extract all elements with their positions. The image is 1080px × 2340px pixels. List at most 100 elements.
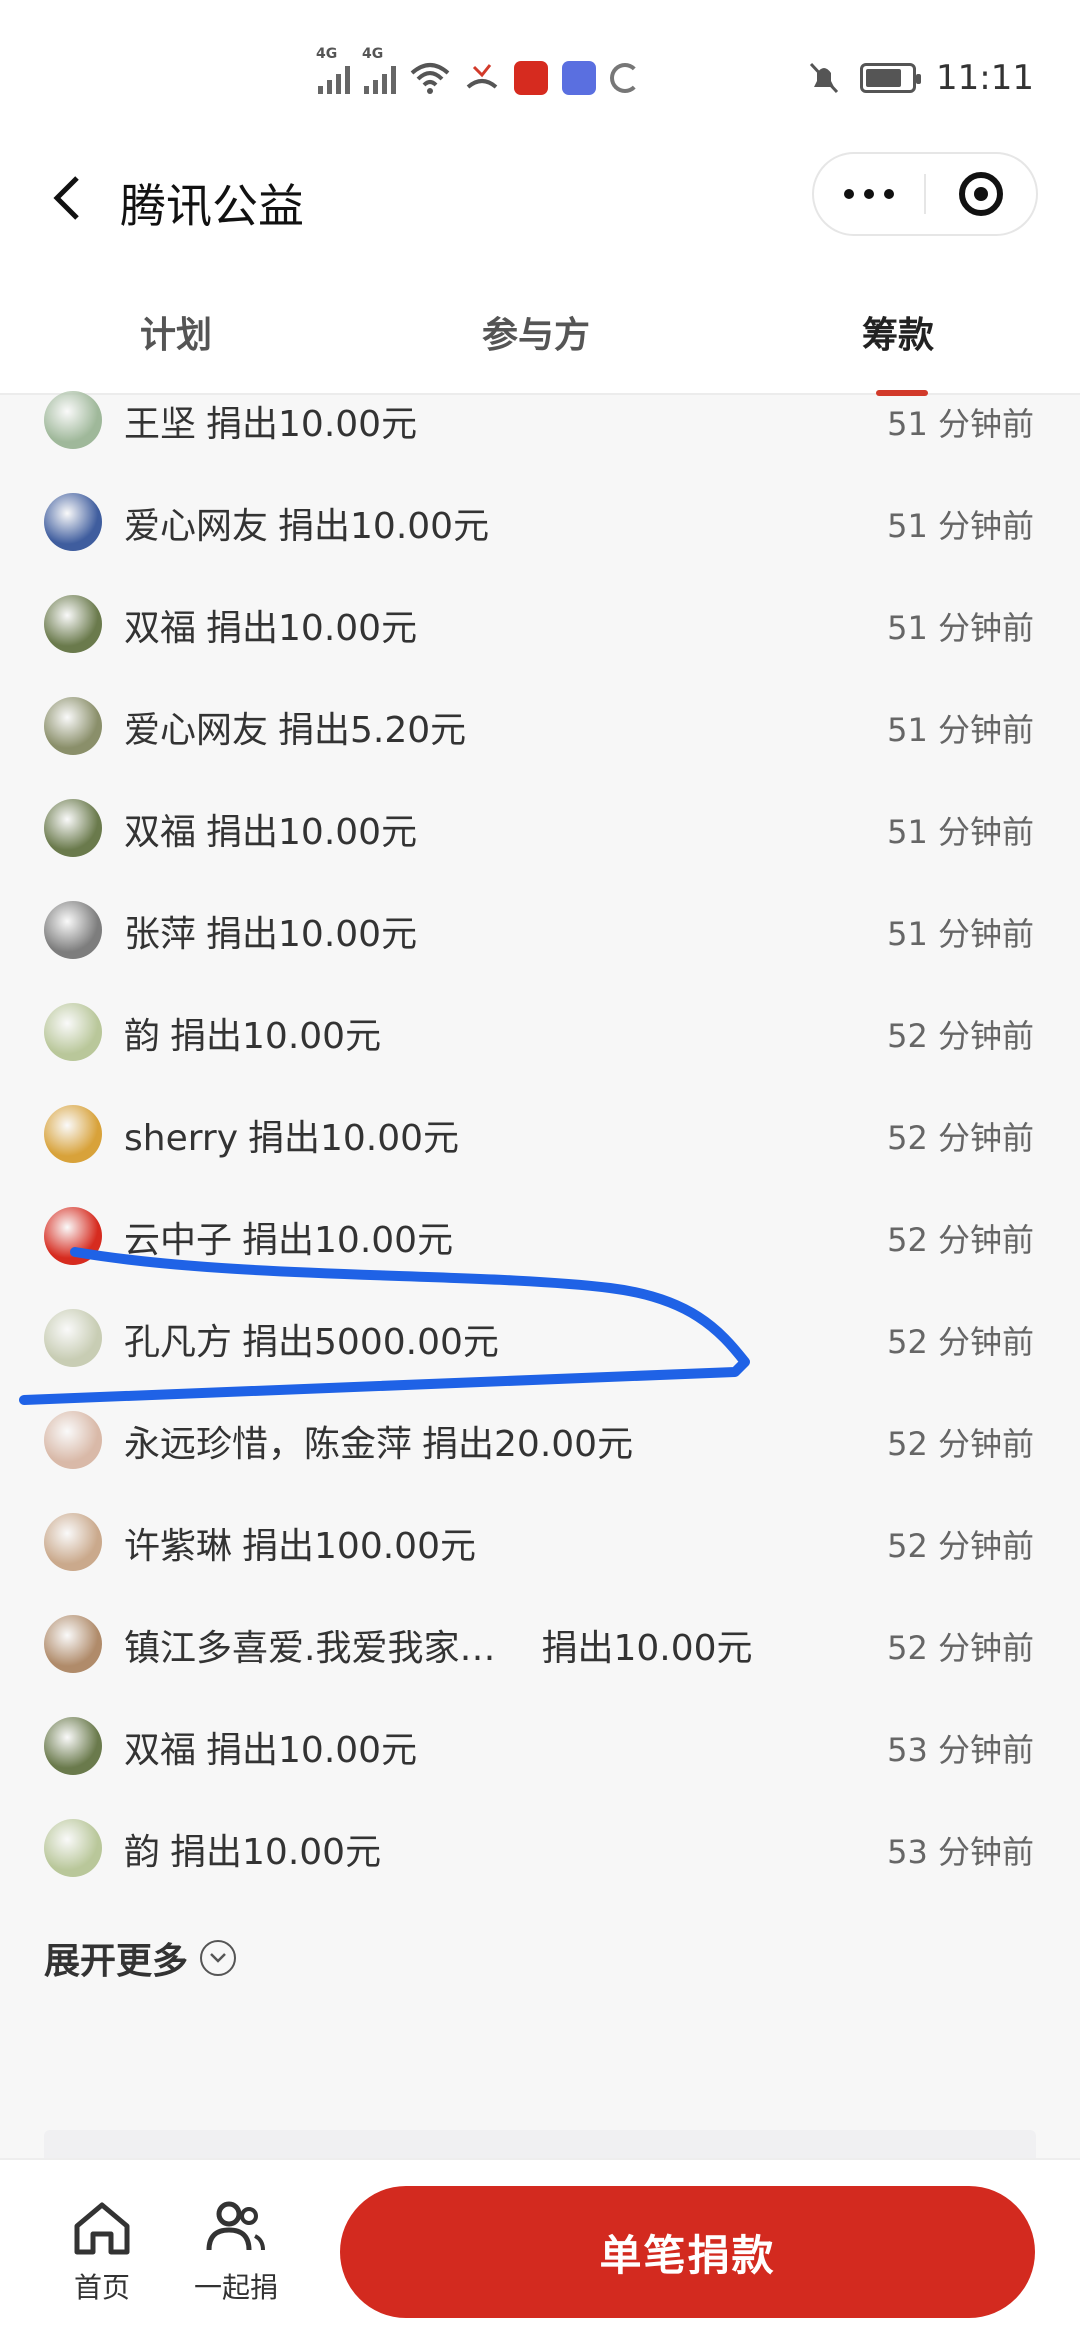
list-item: 韵捐出10.00元 52 分钟前 [0,981,1080,1083]
donation-time: 52 分钟前 [887,1017,1034,1055]
donor-name: 王坚 [124,404,197,445]
avatar [44,901,102,959]
page-title: 腾讯公益 [120,179,304,233]
avatar [44,1615,102,1673]
donation-amount: 捐出10.00元 [206,812,418,853]
list-item: 镇江多喜爱.我爱我家… 捐出10.00元 52 分钟前 [0,1593,1080,1695]
cell-signal-icon: 4G [362,46,396,94]
donation-time: 52 分钟前 [887,1323,1034,1361]
list-item: 韵捐出10.00元 53 分钟前 [0,1797,1080,1899]
donation-amount: 捐出10.00元 [248,1118,460,1159]
donation-amount: 捐出100.00元 [242,1526,476,1567]
app-icon-red [514,61,548,95]
close-button[interactable] [926,154,1036,234]
chevron-down-icon [200,1940,237,1976]
donor-name: 双福 [124,812,197,853]
wifi-icon [410,63,450,94]
list-item: 双福 捐出10.00元 51 分钟前 [0,573,1080,675]
donation-amount: 捐出10.00元 [278,506,490,547]
donation-amount: 捐出20.00元 [422,1424,634,1465]
donation-amount: 捐出10.00元 [170,1016,382,1057]
missed-call-icon [466,64,498,89]
avatar [44,1513,102,1571]
avatar [44,493,102,551]
avatar [44,1717,102,1775]
donation-time: 51 分钟前 [887,405,1034,443]
donation-time: 52 分钟前 [887,1119,1034,1157]
avatar [44,799,102,857]
mini-program-capsule [812,152,1038,236]
chevron-left-icon [53,176,79,220]
donor-name: 爱心网友 [124,506,269,547]
donor-name: 许紫琳 [124,1526,233,1567]
status-icons: 4G 4G [316,46,640,104]
donation-amount: 捐出10.00元 [242,1220,454,1261]
status-right: 11:11 [808,52,1034,104]
donation-amount: 捐出10.00元 [206,914,418,955]
avatar [44,1411,102,1469]
list-item: 爱心网友 捐出10.00元 51 分钟前 [0,471,1080,573]
back-button[interactable] [36,168,96,228]
avatar [44,1207,102,1265]
clock: 11:11 [936,58,1034,98]
tab-plan[interactable]: 计划 [140,306,212,358]
nav-home-label: 首页 [73,2271,130,2304]
cell-signal-icon: 4G [316,46,350,94]
donation-time: 52 分钟前 [887,1629,1034,1667]
donation-time: 51 分钟前 [887,711,1034,749]
donation-time: 52 分钟前 [887,1221,1034,1259]
target-icon [958,172,1003,216]
mute-bell-icon [809,62,839,94]
list-item: 双福 捐出10.00元 53 分钟前 [0,1695,1080,1797]
tab-participants[interactable]: 参与方 [482,306,590,358]
tab-fundraising[interactable]: 筹款 [862,306,934,358]
list-item: 永远珍惜，陈金萍 捐出20.00元 52 分钟前 [0,1389,1080,1491]
bottom-bar: 首页 一起捐 单笔捐款 [0,2158,1080,2340]
donation-time: 51 分钟前 [887,813,1034,851]
donor-name: 韵 [124,1832,161,1873]
donation-time: 53 分钟前 [887,1731,1034,1769]
expand-more-button[interactable]: 展开更多 [44,1932,237,1984]
avatar [44,391,102,449]
network-type-label: 4G [316,46,338,62]
donation-amount: 捐出10.00元 [541,1628,753,1669]
donor-name: 爱心网友 [124,710,269,751]
list-item: 双福 捐出10.00元 51 分钟前 [0,777,1080,879]
avatar [44,1309,102,1367]
donation-amount: 捐出10.00元 [206,1730,418,1771]
avatar [44,1105,102,1163]
donation-time: 51 分钟前 [887,609,1034,647]
donation-time: 53 分钟前 [887,1833,1034,1871]
donor-name: 张萍 [124,914,197,955]
donation-time: 52 分钟前 [887,1425,1034,1463]
avatar [44,697,102,755]
nav-home[interactable]: 首页 [52,2200,152,2306]
single-donation-button[interactable]: 单笔捐款 [340,2186,1035,2318]
header: 腾讯公益 [0,150,1080,250]
donation-time: 52 分钟前 [887,1527,1034,1565]
donor-name: 镇江多喜爱.我爱我家… [124,1628,496,1669]
donation-amount: 捐出10.00元 [206,608,418,649]
list-item: 爱心网友 捐出5.20元 51 分钟前 [0,675,1080,777]
more-button[interactable] [814,154,924,234]
donor-name: 双福 [124,608,197,649]
donation-time: 51 分钟前 [887,915,1034,953]
donation-amount: 捐出10.00元 [206,404,418,445]
donor-name: 云中子 [124,1220,233,1261]
battery-icon [860,63,922,93]
list-item: 张萍 捐出10.00元 51 分钟前 [0,879,1080,981]
list-item: 王坚 捐出10.00元 51 分钟前 [0,369,1080,471]
avatar [44,1003,102,1061]
app-icon-blue [562,61,596,95]
list-item: 云中子 捐出10.00元 52 分钟前 [0,1185,1080,1287]
group-icon [206,2201,265,2251]
nav-together[interactable]: 一起捐 [186,2200,286,2306]
donor-name: 永远珍惜，陈金萍 [124,1424,413,1465]
donation-amount: 捐出5000.00元 [242,1322,499,1363]
avatar [44,595,102,653]
list-item: 孔凡方 捐出5000.00元 52 分钟前 [0,1287,1080,1389]
home-icon [74,2202,130,2255]
loading-circle-icon [610,63,640,93]
status-bar: 4G 4G 11:11 [0,0,1080,150]
donation-amount: 捐出10.00元 [170,1832,382,1873]
